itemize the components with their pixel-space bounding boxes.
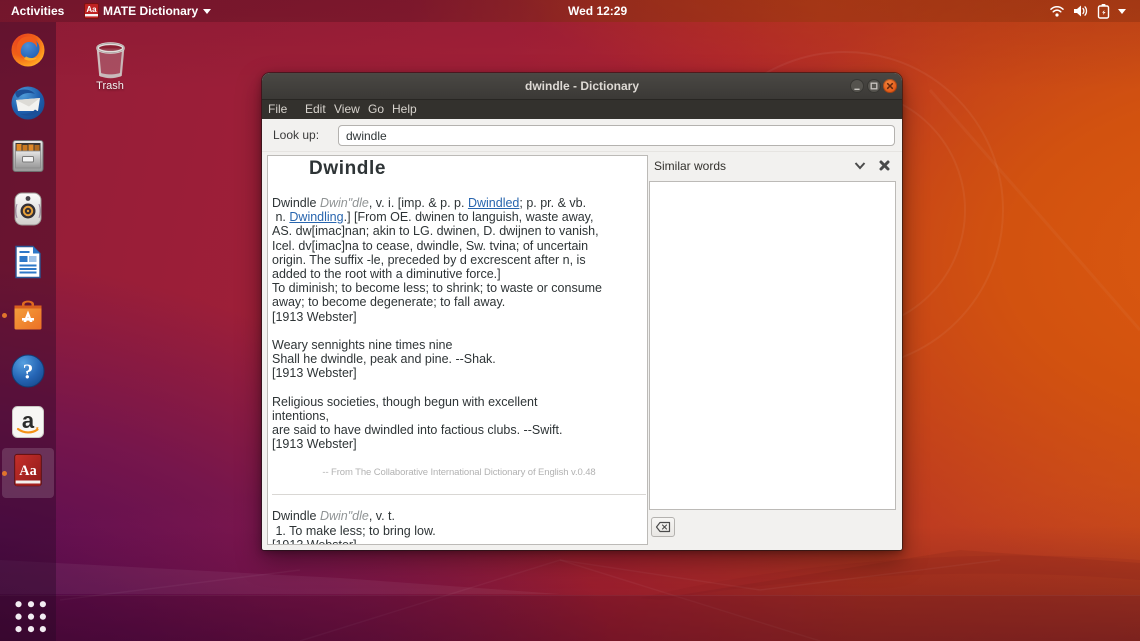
svg-text:a: a	[22, 408, 35, 433]
svg-text:Aa: Aa	[19, 463, 36, 479]
svg-text:?: ?	[23, 360, 34, 384]
svg-text:Aa: Aa	[86, 5, 97, 14]
